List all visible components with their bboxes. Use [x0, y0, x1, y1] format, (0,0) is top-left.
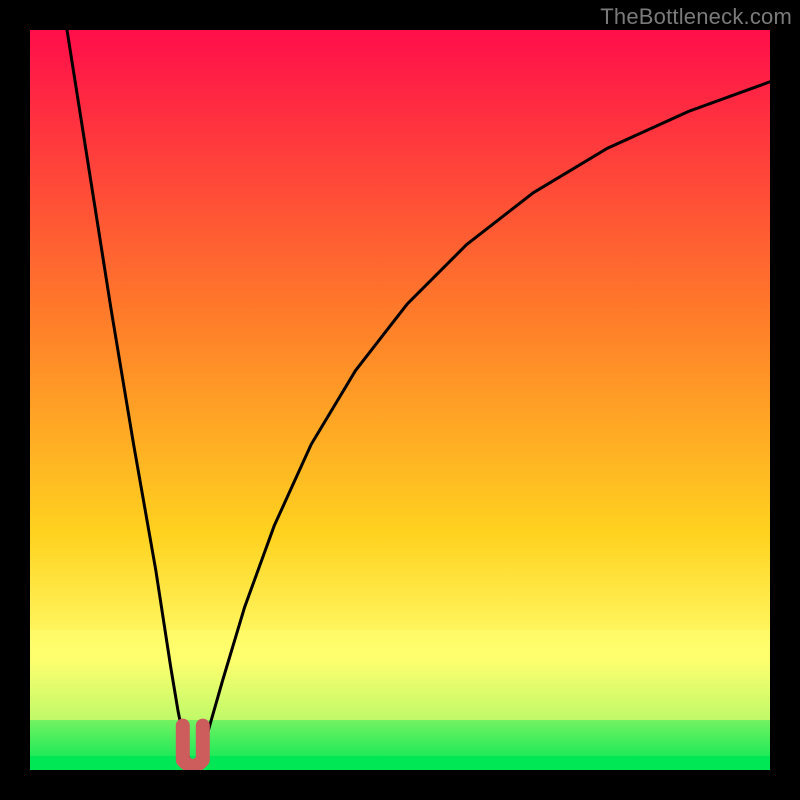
baseline-strip	[30, 756, 770, 770]
plot-area	[30, 30, 770, 770]
chart-svg	[30, 30, 770, 770]
watermark-text: TheBottleneck.com	[600, 4, 792, 30]
chart-container: TheBottleneck.com	[0, 0, 800, 800]
highlight-band	[30, 630, 770, 720]
